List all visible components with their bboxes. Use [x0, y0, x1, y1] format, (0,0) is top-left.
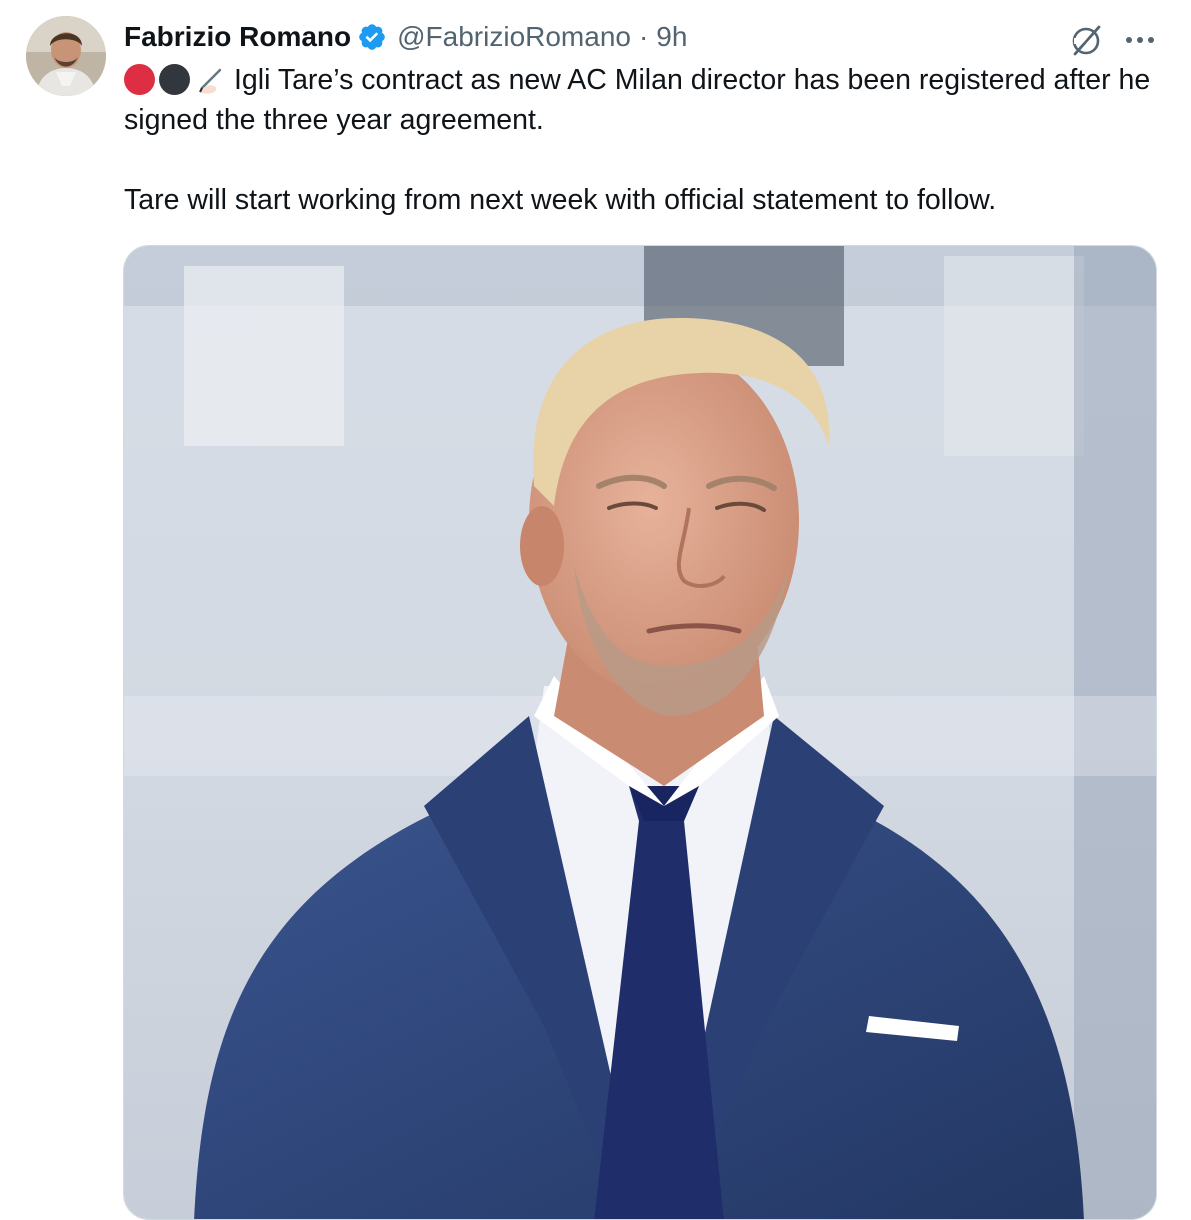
tweet-text-line-1: Igli Tare’s contract as new AC Milan dir…: [124, 64, 1151, 136]
tweet-paragraph-2: Tare will start working from next week w…: [124, 184, 997, 216]
separator-dot: ·: [638, 21, 649, 52]
red-circle-emoji: [124, 64, 155, 95]
tweet-header: Fabrizio Romano @FabrizioRomano · 9h: [124, 18, 687, 56]
tweet-photo[interactable]: [123, 245, 1157, 1220]
grok-icon[interactable]: [1068, 22, 1104, 58]
emoji-group: [124, 64, 226, 96]
avatar[interactable]: [26, 16, 106, 96]
tweet-paragraph-1: Igli Tare’s contract as new AC Milan dir…: [124, 60, 1164, 140]
tweet-text: Igli Tare’s contract as new AC Milan dir…: [124, 60, 1164, 220]
black-circle-emoji: [159, 64, 190, 95]
more-icon[interactable]: [1124, 30, 1156, 50]
tweet[interactable]: Fabrizio Romano @FabrizioRomano · 9h Igl…: [0, 0, 1191, 1220]
display-name[interactable]: Fabrizio Romano: [124, 21, 351, 53]
writing-hand-emoji: [199, 68, 222, 94]
timestamp[interactable]: 9h: [656, 21, 687, 53]
photo-igli-tare: [124, 246, 1156, 1219]
verified-badge-icon: [359, 24, 385, 50]
handle[interactable]: @FabrizioRomano: [397, 21, 631, 53]
